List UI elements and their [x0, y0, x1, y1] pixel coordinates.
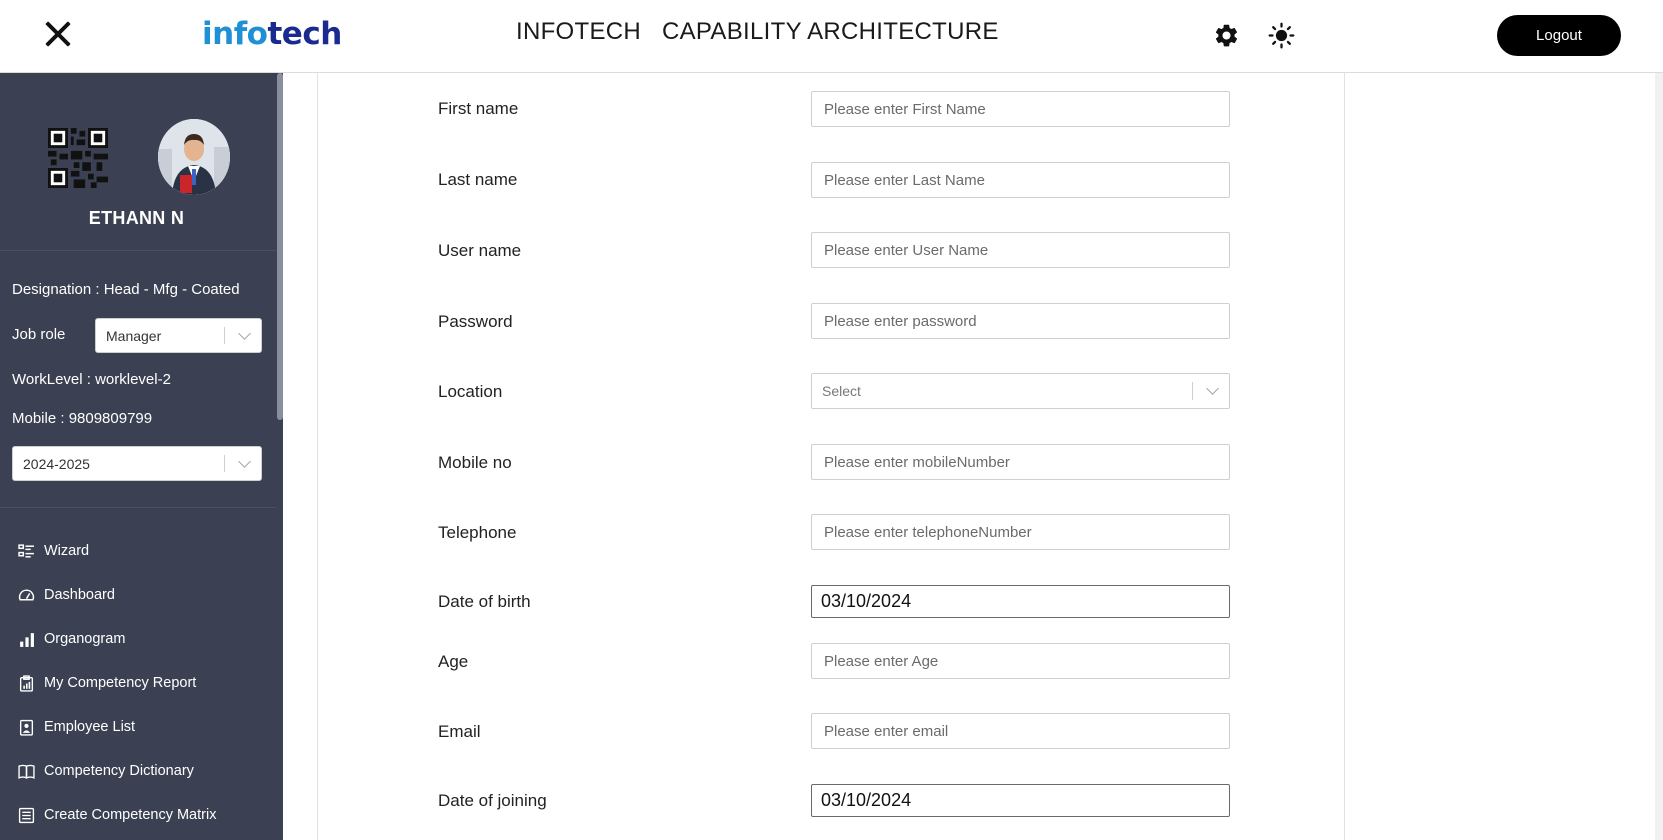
job-role-label: Job role [12, 326, 66, 343]
employee-icon [19, 719, 34, 736]
year-select[interactable]: 2024-2025 [12, 446, 262, 481]
location-select[interactable]: Select [811, 373, 1230, 409]
logout-button[interactable]: Logout [1497, 15, 1621, 56]
sidebar-item-label: My Competency Report [44, 675, 197, 691]
email-input[interactable] [811, 713, 1230, 749]
sidebar-item-employee-list[interactable]: Employee List [18, 714, 135, 740]
chevron-down-icon [238, 326, 251, 340]
last-name-label: Last name [438, 170, 518, 189]
dob-label: Date of birth [438, 592, 531, 611]
designation-text: Designation : Head - Mfg - Coated [12, 281, 240, 298]
sidebar-item-label: Wizard [44, 543, 90, 559]
wizard-icon [18, 543, 34, 558]
book-icon [18, 764, 35, 779]
dashboard-icon [18, 589, 35, 600]
job-role-value: Manager [106, 327, 162, 344]
report-icon [19, 674, 34, 692]
mobile-no-input[interactable] [811, 444, 1230, 480]
app-title: INFOTECH CAPABILITY ARCHITECTURE [516, 18, 999, 45]
divider [0, 250, 276, 251]
qr-code-icon [48, 128, 108, 188]
select-separator [224, 327, 225, 344]
last-name-input[interactable] [811, 162, 1230, 198]
user-name-input[interactable] [811, 232, 1230, 268]
page-scrollbar[interactable] [1655, 73, 1663, 840]
sidebar-item-organogram[interactable]: Organogram [18, 626, 125, 652]
first-name-input[interactable] [811, 91, 1230, 127]
chevron-down-icon [238, 454, 251, 468]
mobile-no-label: Mobile no [438, 453, 512, 472]
chevron-down-icon [1206, 382, 1219, 395]
user-name: ETHANN N [88, 208, 185, 228]
age-label: Age [438, 652, 469, 671]
sidebar-item-label: Employee List [44, 719, 136, 735]
matrix-icon [18, 807, 35, 823]
sidebar: ETHANN N Designation : Head - Mfg - Coat… [0, 73, 283, 840]
telephone-label: Telephone [438, 523, 517, 542]
doj-label: Date of joining [438, 791, 547, 810]
logo-text-tech: tech [267, 16, 342, 52]
location-label: Location [438, 382, 503, 401]
user-name-label: User name [438, 241, 522, 260]
mobile-text: Mobile : 9809809799 [12, 410, 153, 427]
content-border [317, 73, 318, 840]
select-separator [1192, 382, 1193, 400]
location-placeholder: Select [822, 383, 861, 399]
sidebar-scrollbar[interactable] [277, 73, 283, 420]
email-label: Email [438, 722, 481, 741]
sidebar-item-competency-dictionary[interactable]: Competency Dictionary [18, 758, 194, 784]
select-separator [224, 455, 225, 472]
sun-icon[interactable] [1268, 22, 1295, 49]
sidebar-item-label: Create Competency Matrix [44, 807, 217, 823]
divider [0, 507, 276, 508]
dob-input[interactable] [811, 585, 1230, 618]
sidebar-item-label: Competency Dictionary [44, 763, 194, 779]
first-name-label: First name [438, 99, 519, 118]
top-header: infotech INFOTECH CAPABILITY ARCHITECTUR… [0, 0, 1663, 73]
age-input[interactable] [811, 643, 1230, 679]
content-border [1344, 73, 1345, 840]
sidebar-item-label: Dashboard [44, 587, 115, 603]
sidebar-item-my-competency-report[interactable]: My Competency Report [18, 670, 196, 696]
sidebar-item-dashboard[interactable]: Dashboard [18, 582, 115, 608]
doj-input[interactable] [811, 784, 1230, 817]
logo-text-info: info [202, 16, 268, 52]
telephone-input[interactable] [811, 514, 1230, 550]
sidebar-item-wizard[interactable]: Wizard [18, 538, 89, 564]
infotech-logo: infotech [202, 16, 342, 52]
avatar [158, 119, 230, 195]
year-value: 2024-2025 [23, 455, 90, 472]
sidebar-item-label: Organogram [44, 631, 126, 647]
gear-icon[interactable] [1213, 22, 1240, 49]
job-role-select[interactable]: Manager [95, 318, 262, 353]
password-label: Password [438, 312, 513, 331]
worklevel-text: WorkLevel : worklevel-2 [12, 371, 171, 388]
bar-chart-icon [20, 632, 34, 647]
password-input[interactable] [811, 303, 1230, 339]
sidebar-item-create-competency-matrix[interactable]: Create Competency Matrix [18, 802, 216, 828]
close-icon[interactable] [40, 16, 76, 52]
